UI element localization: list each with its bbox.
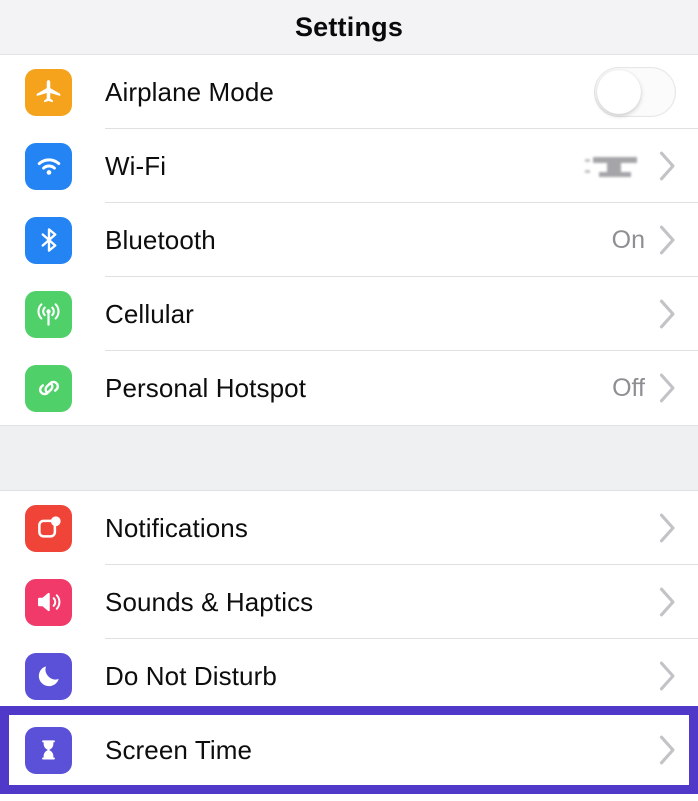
settings-row-airplane-mode[interactable]: Airplane Mode (0, 55, 698, 129)
cellular-icon (25, 290, 72, 338)
settings-row-label: Sounds & Haptics (105, 586, 314, 617)
settings-screen: Settings Airplane Mode Wi-Fi Bluetooth O… (0, 0, 698, 801)
personal-hotspot-status-value: Off (612, 373, 645, 402)
do-not-disturb-icon (25, 652, 72, 700)
bluetooth-icon (25, 216, 72, 264)
bluetooth-status-value: On (611, 225, 645, 254)
chevron-right-icon (659, 735, 676, 765)
settings-group-connectivity: Airplane Mode Wi-Fi Bluetooth On Cellula… (0, 55, 698, 425)
toggle-knob (597, 70, 641, 114)
settings-row-do-not-disturb[interactable]: Do Not Disturb (0, 639, 698, 713)
settings-row-label: Personal Hotspot (105, 372, 307, 403)
chevron-right-icon (659, 225, 676, 255)
chevron-right-icon (659, 151, 676, 181)
page-title: Settings (294, 11, 404, 42)
settings-row-bluetooth[interactable]: Bluetooth On (0, 203, 698, 277)
sounds-haptics-icon (25, 578, 72, 626)
settings-row-wifi[interactable]: Wi-Fi (0, 129, 698, 203)
notifications-icon (25, 504, 72, 552)
settings-group-notifications: Notifications Sounds & Haptics Do Not Di… (0, 491, 698, 787)
chevron-right-icon (659, 587, 676, 617)
chevron-right-icon (659, 299, 676, 329)
settings-row-cellular[interactable]: Cellular (0, 277, 698, 351)
screen-time-icon (25, 726, 72, 774)
settings-row-label: Wi-Fi (105, 150, 167, 181)
chevron-right-icon (659, 513, 676, 543)
settings-row-label: Notifications (105, 512, 248, 543)
settings-row-label: Bluetooth (105, 224, 216, 255)
navigation-bar: Settings (0, 0, 698, 55)
wifi-icon (25, 142, 72, 190)
airplane-icon (25, 68, 72, 116)
settings-row-label: Screen Time (105, 734, 253, 765)
chevron-right-icon (659, 661, 676, 691)
settings-row-label: Cellular (105, 298, 194, 329)
section-gap (0, 425, 698, 491)
settings-row-label: Do Not Disturb (105, 660, 277, 691)
settings-row-sounds-haptics[interactable]: Sounds & Haptics (0, 565, 698, 639)
settings-row-screen-time[interactable]: Screen Time (0, 713, 698, 787)
settings-row-label: Airplane Mode (105, 76, 274, 107)
chevron-right-icon (659, 373, 676, 403)
wifi-network-name-redacted (585, 153, 643, 179)
airplane-mode-toggle[interactable] (594, 67, 676, 117)
personal-hotspot-icon (25, 364, 72, 412)
settings-row-notifications[interactable]: Notifications (0, 491, 698, 565)
settings-row-personal-hotspot[interactable]: Personal Hotspot Off (0, 351, 698, 425)
